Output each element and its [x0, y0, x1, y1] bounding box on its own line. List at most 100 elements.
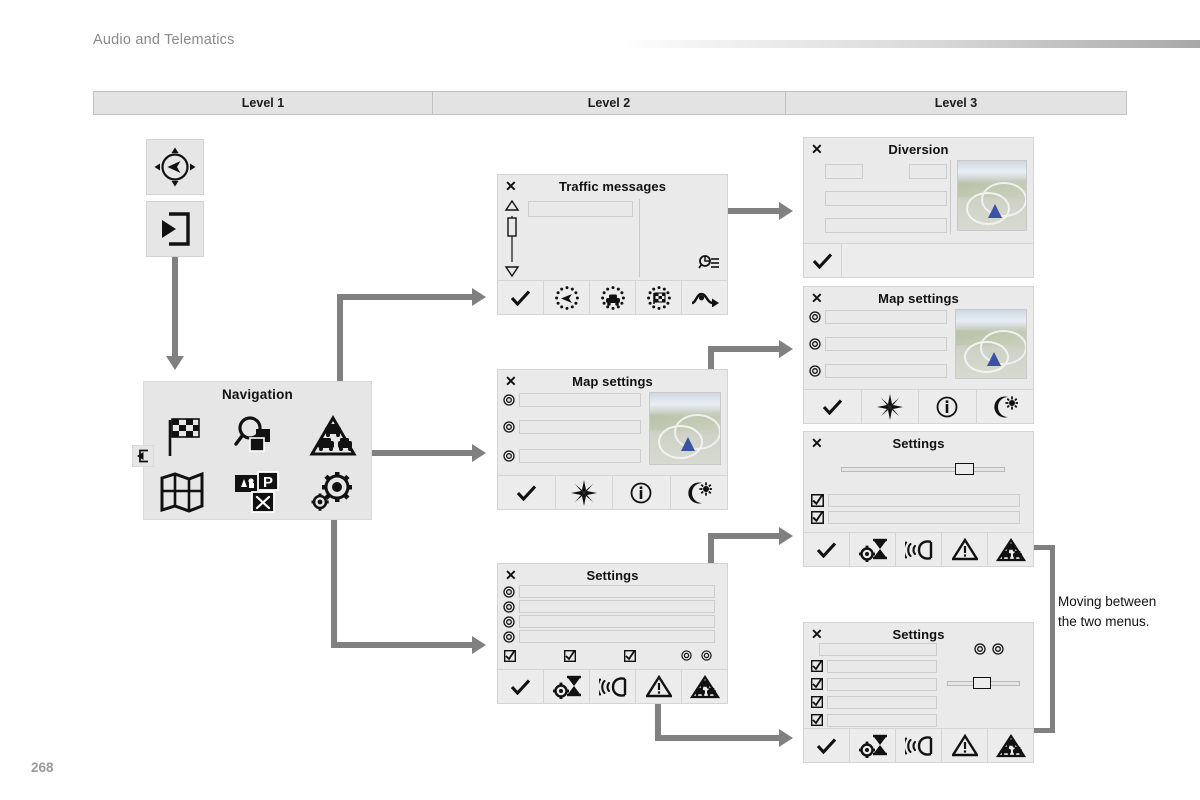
settings-row[interactable] [827, 660, 937, 673]
toolbar-alerts-button[interactable] [942, 533, 988, 566]
map-settings-row[interactable] [825, 337, 947, 351]
radio-target-icon[interactable] [503, 601, 515, 613]
diversion-field-left[interactable] [825, 164, 863, 179]
toolbar-day-night-button[interactable] [976, 390, 1033, 423]
settings-row[interactable] [519, 600, 715, 613]
toolbar-alerts-button[interactable] [942, 729, 988, 762]
slider-thumb[interactable] [973, 677, 991, 689]
toolbar-vehicle-view-button[interactable] [590, 281, 636, 314]
toolbar-brightness-button[interactable] [861, 390, 919, 423]
radio-target-icon[interactable] [701, 650, 712, 661]
toolbar-diversion-button[interactable] [682, 281, 727, 314]
map-preview-thumbnail[interactable] [649, 392, 721, 465]
toolbar-validate-button[interactable] [804, 729, 850, 762]
settings-row[interactable] [828, 494, 1020, 507]
nav-item-map[interactable] [159, 470, 205, 514]
connector-set-top-h [708, 533, 779, 539]
settings-row[interactable] [827, 678, 937, 691]
volume-slider[interactable] [841, 463, 1005, 475]
toolbar-route-criteria-button[interactable] [544, 670, 590, 703]
radio-target-icon[interactable] [503, 616, 515, 628]
toolbar-voice-guidance-button[interactable] [896, 729, 942, 762]
screen-map-settings-l3: ✕ Map settings [803, 286, 1034, 424]
map-settings-row[interactable] [519, 420, 641, 434]
map-preview-thumbnail[interactable] [955, 309, 1027, 379]
radio-target-icon[interactable] [503, 394, 515, 406]
settings-row[interactable] [519, 585, 715, 598]
arrow-tile-to-nav [166, 356, 184, 370]
scrollbar[interactable] [504, 200, 520, 277]
navigation-compass-tile[interactable] [146, 139, 204, 195]
settings-row[interactable] [519, 615, 715, 628]
connector-tile-to-nav [172, 256, 178, 356]
traffic-messages-toolbar [498, 280, 727, 314]
settings-header-field[interactable] [819, 643, 937, 656]
toolbar-route-criteria-button[interactable] [850, 533, 896, 566]
toolbar-validate-button[interactable] [804, 244, 842, 277]
radio-target-icon[interactable] [503, 631, 515, 643]
checkbox-checked-icon[interactable] [811, 696, 823, 708]
nav-item-settings[interactable] [310, 470, 356, 514]
toolbar-validate-button[interactable] [498, 281, 544, 314]
settings-row[interactable] [827, 696, 937, 709]
diversion-field-wide-1[interactable] [825, 191, 947, 206]
radio-target-icon[interactable] [681, 650, 692, 661]
toolbar-destination-view-button[interactable] [636, 281, 682, 314]
toolbar-traffic-button[interactable] [988, 533, 1033, 566]
checkbox-checked-icon[interactable] [811, 511, 824, 524]
toolbar-alerts-button[interactable] [636, 670, 682, 703]
diversion-field-wide-2[interactable] [825, 218, 947, 233]
checkbox-checked-icon[interactable] [811, 660, 823, 672]
toolbar-day-night-button[interactable] [670, 476, 727, 509]
toolbar-voice-guidance-button[interactable] [590, 670, 636, 703]
diversion-field-right[interactable] [909, 164, 947, 179]
checkbox-checked-icon[interactable] [624, 650, 636, 662]
map-preview-thumbnail[interactable] [957, 160, 1027, 231]
toolbar-route-criteria-button[interactable] [850, 729, 896, 762]
toolbar-validate-button[interactable] [498, 670, 544, 703]
toolbar-brightness-button[interactable] [555, 476, 613, 509]
map-settings-row[interactable] [519, 393, 641, 407]
map-settings-l2-toolbar [498, 475, 727, 509]
navigation-panel: Navigation P [132, 381, 372, 520]
map-settings-row[interactable] [825, 310, 947, 324]
radio-target-icon[interactable] [503, 450, 515, 462]
enter-menu-tile[interactable] [146, 201, 204, 257]
radio-target-icon[interactable] [503, 586, 515, 598]
message-row[interactable] [528, 201, 633, 217]
settings-row[interactable] [519, 630, 715, 643]
message-list-icon[interactable] [698, 254, 720, 274]
toolbar-navigation-view-button[interactable] [544, 281, 590, 314]
toolbar-traffic-button[interactable] [682, 670, 727, 703]
radio-target-icon[interactable] [809, 338, 821, 350]
radio-target-icon[interactable] [992, 643, 1004, 655]
radio-target-icon[interactable] [974, 643, 986, 655]
settings-row[interactable] [827, 714, 937, 727]
map-settings-row[interactable] [825, 364, 947, 378]
map-settings-row[interactable] [519, 449, 641, 463]
toolbar-voice-guidance-button[interactable] [896, 533, 942, 566]
checkbox-checked-icon[interactable] [811, 678, 823, 690]
slider-thumb[interactable] [955, 463, 974, 475]
nav-item-destination[interactable] [161, 414, 203, 458]
checkbox-checked-icon[interactable] [504, 650, 516, 662]
checkbox-checked-icon[interactable] [811, 494, 824, 507]
toolbar-traffic-button[interactable] [988, 729, 1033, 762]
toolbar-information-button[interactable] [919, 390, 977, 423]
level-header-1: Level 1 [93, 91, 433, 115]
checkbox-checked-icon[interactable] [564, 650, 576, 662]
toolbar-validate-button[interactable] [498, 476, 556, 509]
radio-target-icon[interactable] [503, 421, 515, 433]
toolbar-information-button[interactable] [613, 476, 671, 509]
nav-item-points-of-interest[interactable]: P [232, 469, 282, 515]
toolbar-validate-button[interactable] [804, 390, 862, 423]
toolbar-validate-button[interactable] [804, 533, 850, 566]
settings-l3-bottom-body: ✕ Settings [804, 623, 1033, 728]
radio-target-icon[interactable] [809, 311, 821, 323]
settings-row[interactable] [828, 511, 1020, 524]
checkbox-checked-icon[interactable] [811, 714, 823, 726]
radio-target-icon[interactable] [809, 365, 821, 377]
level-slider[interactable] [947, 677, 1020, 689]
nav-item-search-address[interactable] [234, 414, 280, 458]
nav-item-traffic-messages[interactable] [309, 415, 357, 457]
